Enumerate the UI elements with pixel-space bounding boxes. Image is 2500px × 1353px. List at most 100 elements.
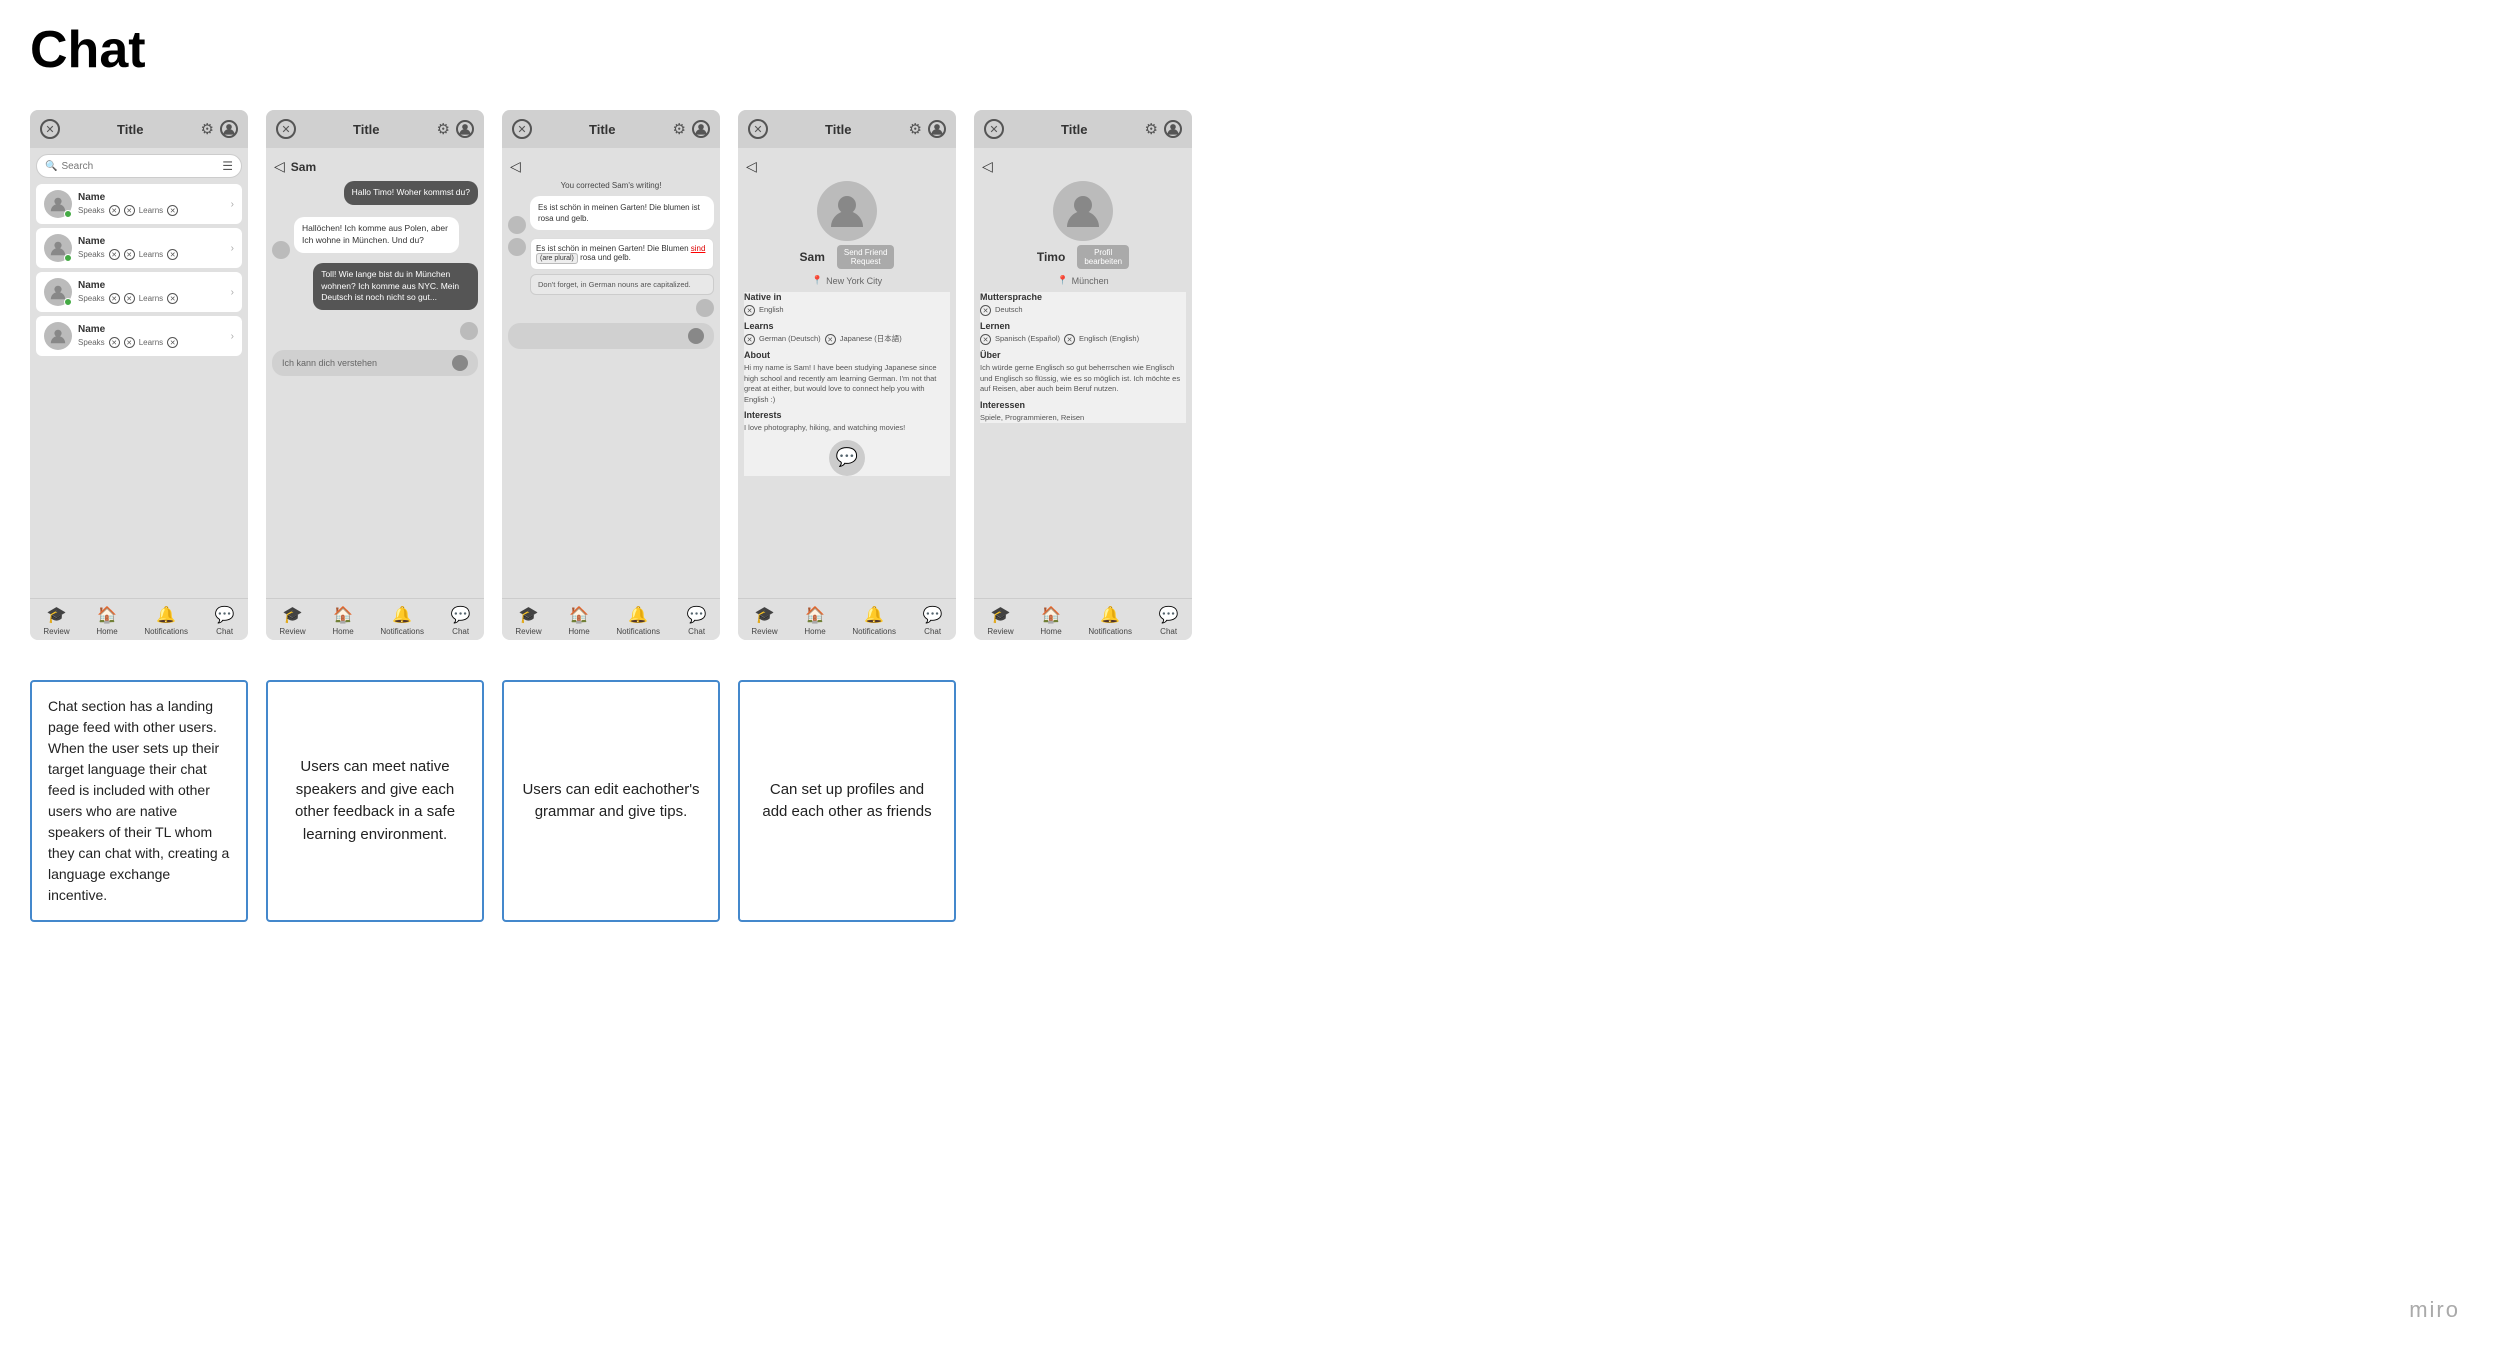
search-input[interactable] [61, 161, 218, 172]
messages-container-2: Hallo Timo! Woher kommst du? Hallöchen! … [272, 181, 478, 344]
screens-row: ✕ Title ⚙ 🔍 ☰ [30, 110, 2470, 640]
nav-chat-2[interactable]: 💬 Chat [451, 605, 471, 636]
close-icon-4[interactable]: ✕ [748, 119, 768, 139]
home-icon-3: 🏠 [569, 605, 589, 625]
nav-home-5[interactable]: 🏠 Home [1040, 605, 1061, 636]
nav-review-2[interactable]: 🎓 Review [279, 605, 305, 636]
back-header-3: ◁ [508, 154, 714, 181]
chat-icon-2: 💬 [451, 605, 471, 625]
nav-notifications-1[interactable]: 🔔 Notifications [144, 605, 188, 636]
lernen-title: Lernen [980, 321, 1186, 331]
system-msg: You corrected Sam's writing! [508, 181, 714, 190]
nav-chat-5[interactable]: 💬 Chat [1159, 605, 1179, 636]
nav-notifications-3[interactable]: 🔔 Notifications [616, 605, 660, 636]
interessen-text: Spiele, Programmieren, Reisen [980, 413, 1186, 424]
sam-name-row: Sam Send FriendRequest [800, 245, 895, 269]
nav-chat-4[interactable]: 💬 Chat [923, 605, 943, 636]
nav-review-1[interactable]: 🎓 Review [43, 605, 69, 636]
nav-review-3[interactable]: 🎓 Review [515, 605, 541, 636]
chevron-2: › [231, 243, 234, 254]
learns-flag-2: ✕ [825, 334, 836, 345]
nav-notifications-5[interactable]: 🔔 Notifications [1088, 605, 1132, 636]
screen-2-chat-convo: ✕ Title ⚙ ◁ Sam Hallo Timo! Woher kommst… [266, 110, 484, 640]
lernen-lang-1: Spanisch (Español) [995, 334, 1060, 345]
avatar-1 [44, 190, 72, 218]
gear-icon-3[interactable]: ⚙ [673, 120, 686, 138]
nav-review-4[interactable]: 🎓 Review [751, 605, 777, 636]
home-label-1: Home [96, 627, 117, 636]
user-icon-5[interactable] [1164, 120, 1182, 138]
menu-icon[interactable]: ☰ [222, 159, 233, 173]
chat-list-item-3[interactable]: Name Speaks ✕ ✕ Learns ✕ › [36, 272, 242, 312]
interests-text: I love photography, hiking, and watching… [744, 423, 950, 434]
screen-3-grammar: ✕ Title ⚙ ◁ You corrected Sam's writing!… [502, 110, 720, 640]
msg-avatar-3b [508, 238, 526, 256]
send-button-2[interactable] [452, 355, 468, 371]
user-icon-1[interactable] [220, 120, 238, 138]
gear-icon-1[interactable]: ⚙ [201, 120, 214, 138]
user-icon-4[interactable] [928, 120, 946, 138]
gear-icon-4[interactable]: ⚙ [909, 120, 922, 138]
chevron-4: › [231, 331, 234, 342]
user-icon-3[interactable] [692, 120, 710, 138]
chevron-1: › [231, 199, 234, 210]
nav-home-3[interactable]: 🏠 Home [568, 605, 589, 636]
back-arrow-5[interactable]: ◁ [982, 158, 993, 175]
chat-icon-5: 💬 [1159, 605, 1179, 625]
msg-bubble-sent-1: Hallo Timo! Woher kommst du? [344, 181, 478, 205]
review-icon-4: 🎓 [755, 605, 775, 625]
msg-avatar-1 [272, 241, 290, 259]
nav-review-5[interactable]: 🎓 Review [987, 605, 1013, 636]
nav-home-4[interactable]: 🏠 Home [804, 605, 825, 636]
edit-profile-btn[interactable]: Profilbearbeiten [1077, 245, 1129, 269]
lernen-lang-row: ✕ Spanisch (Español) ✕ Englisch (English… [980, 334, 1186, 345]
speaks-flag-8: ✕ [124, 337, 135, 348]
topbar-icons-4: ⚙ [909, 120, 946, 138]
sam-avatar [817, 181, 877, 241]
input-bar-2[interactable]: Ich kann dich verstehen [272, 350, 478, 376]
nav-home-2[interactable]: 🏠 Home [332, 605, 353, 636]
bottomnav-1: 🎓 Review 🏠 Home 🔔 Notifications 💬 Chat [30, 598, 248, 640]
nav-notifications-2[interactable]: 🔔 Notifications [380, 605, 424, 636]
close-icon-1[interactable]: ✕ [40, 119, 60, 139]
notifications-icon-4: 🔔 [864, 605, 884, 625]
nav-home-1[interactable]: 🏠 Home [96, 605, 117, 636]
send-button-3[interactable] [688, 328, 704, 344]
gear-icon-5[interactable]: ⚙ [1145, 120, 1158, 138]
desc-text-2: Users can meet native speakers and give … [284, 756, 466, 846]
chat-button-4[interactable]: 💬 [829, 440, 865, 476]
nav-chat-1[interactable]: 💬 Chat [215, 605, 235, 636]
nav-chat-3[interactable]: 💬 Chat [687, 605, 707, 636]
title-3: Title [589, 122, 616, 137]
speaks-flag-3: ✕ [109, 249, 120, 260]
screen-5-profile-timo: ✕ Title ⚙ ◁ Timo Pr [974, 110, 1192, 640]
miro-watermark: miro [2409, 1297, 2460, 1323]
chat-label-4: Chat [924, 627, 941, 636]
chat-list-item-4[interactable]: Name Speaks ✕ ✕ Learns ✕ › [36, 316, 242, 356]
page-title: Chat [30, 20, 2470, 80]
back-arrow-4[interactable]: ◁ [746, 158, 757, 175]
bottomnav-4: 🎓 Review 🏠 Home 🔔 Notifications 💬 Chat [738, 598, 956, 640]
chat-info-3: Name Speaks ✕ ✕ Learns ✕ [78, 280, 225, 304]
close-icon-2[interactable]: ✕ [276, 119, 296, 139]
close-icon-5[interactable]: ✕ [984, 119, 1004, 139]
msg-avatar-right-3 [696, 299, 714, 317]
back-arrow-3[interactable]: ◁ [510, 158, 521, 175]
review-label-3: Review [515, 627, 541, 636]
msg-sent-1: Hallo Timo! Woher kommst du? [272, 181, 478, 211]
desc-text-1: Chat section has a landing page feed wit… [48, 696, 230, 906]
user-icon-2[interactable] [456, 120, 474, 138]
gear-icon-2[interactable]: ⚙ [437, 120, 450, 138]
native-lang-row: ✕ English [744, 305, 950, 316]
notifications-label-1: Notifications [144, 627, 188, 636]
chat-label-2: Chat [452, 627, 469, 636]
back-header-5: ◁ [980, 154, 1186, 181]
screen-3-content: ◁ You corrected Sam's writing! Es ist sc… [502, 148, 720, 598]
nav-notifications-4[interactable]: 🔔 Notifications [852, 605, 896, 636]
close-icon-3[interactable]: ✕ [512, 119, 532, 139]
send-friend-btn[interactable]: Send FriendRequest [837, 245, 895, 269]
chat-list-item-1[interactable]: Name Speaks ✕ ✕ Learns ✕ › [36, 184, 242, 224]
back-arrow-2[interactable]: ◁ [274, 158, 285, 175]
chat-list-item-2[interactable]: Name Speaks ✕ ✕ Learns ✕ › [36, 228, 242, 268]
input-bar-3[interactable] [508, 323, 714, 349]
